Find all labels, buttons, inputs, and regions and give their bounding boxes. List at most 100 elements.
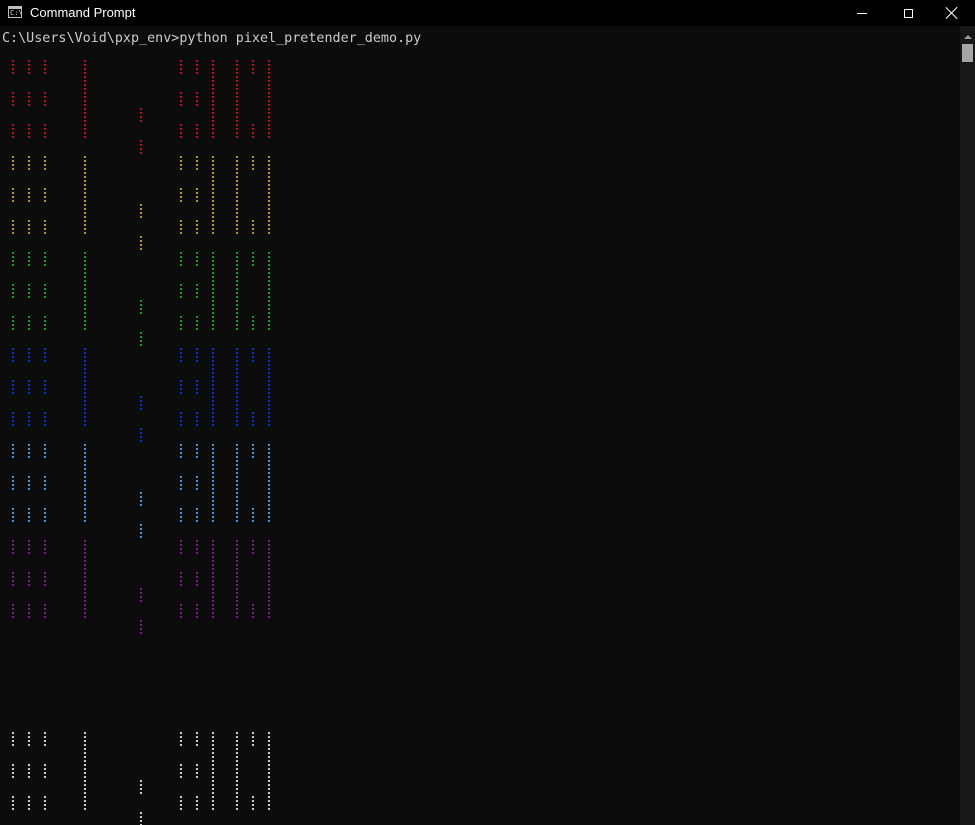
art-pixel bbox=[268, 756, 270, 758]
art-pixel bbox=[196, 772, 198, 774]
art-pixel bbox=[236, 404, 238, 406]
art-pixel bbox=[44, 608, 46, 610]
art-pixel bbox=[84, 192, 86, 194]
art-pixel bbox=[180, 384, 182, 386]
art-pixel bbox=[84, 416, 86, 418]
art-pixel bbox=[236, 408, 238, 410]
art-pixel bbox=[212, 256, 214, 258]
art-pixel bbox=[268, 544, 270, 546]
art-pixel bbox=[44, 540, 46, 542]
art-pixel bbox=[268, 540, 270, 542]
art-pixel bbox=[236, 372, 238, 374]
close-button[interactable] bbox=[929, 0, 975, 26]
art-pixel bbox=[236, 480, 238, 482]
art-pixel bbox=[236, 316, 238, 318]
art-pixel bbox=[12, 612, 14, 614]
art-pixel bbox=[84, 164, 86, 166]
art-pixel bbox=[84, 232, 86, 234]
art-pixel bbox=[196, 516, 198, 518]
art-pixel bbox=[212, 380, 214, 382]
art-pixel bbox=[268, 424, 270, 426]
art-pixel bbox=[196, 232, 198, 234]
art-pixel bbox=[44, 324, 46, 326]
art-pixel bbox=[12, 444, 14, 446]
art-pixel bbox=[212, 788, 214, 790]
art-pixel bbox=[28, 416, 30, 418]
art-pixel bbox=[212, 576, 214, 578]
art-pixel bbox=[28, 604, 30, 606]
art-pixel bbox=[140, 396, 142, 398]
art-pixel bbox=[180, 136, 182, 138]
art-pixel bbox=[252, 796, 254, 798]
art-pixel bbox=[84, 396, 86, 398]
art-pixel bbox=[44, 796, 46, 798]
maximize-icon bbox=[903, 8, 913, 18]
art-pixel bbox=[84, 208, 86, 210]
art-pixel bbox=[252, 508, 254, 510]
art-pixel bbox=[140, 588, 142, 590]
art-pixel bbox=[28, 540, 30, 542]
minimize-button[interactable] bbox=[839, 0, 885, 26]
art-pixel bbox=[268, 548, 270, 550]
art-pixel bbox=[236, 276, 238, 278]
art-pixel bbox=[252, 544, 254, 546]
console-output[interactable]: C:\Users\Void\pxp_env>python pixel_prete… bbox=[0, 26, 960, 825]
art-pixel bbox=[268, 96, 270, 98]
art-pixel bbox=[252, 64, 254, 66]
art-pixel bbox=[236, 456, 238, 458]
art-pixel bbox=[236, 296, 238, 298]
art-pixel bbox=[236, 804, 238, 806]
art-pixel bbox=[252, 456, 254, 458]
vertical-scrollbar[interactable] bbox=[960, 26, 975, 825]
art-pixel bbox=[252, 540, 254, 542]
minimize-icon bbox=[857, 12, 867, 14]
art-pixel bbox=[84, 460, 86, 462]
art-pixel bbox=[44, 772, 46, 774]
art-pixel bbox=[84, 156, 86, 158]
art-pixel bbox=[196, 192, 198, 194]
art-pixel bbox=[212, 60, 214, 62]
art-pixel bbox=[84, 804, 86, 806]
console-icon[interactable]: C:\ bbox=[8, 6, 23, 18]
art-pixel bbox=[180, 352, 182, 354]
art-pixel bbox=[140, 532, 142, 534]
art-pixel bbox=[268, 136, 270, 138]
art-pixel bbox=[44, 444, 46, 446]
art-pixel bbox=[180, 388, 182, 390]
scroll-up-button[interactable] bbox=[960, 30, 975, 44]
art-pixel bbox=[84, 744, 86, 746]
art-pixel bbox=[84, 572, 86, 574]
art-pixel bbox=[236, 488, 238, 490]
art-pixel bbox=[44, 584, 46, 586]
art-pixel bbox=[180, 256, 182, 258]
art-pixel bbox=[268, 376, 270, 378]
art-pixel bbox=[268, 784, 270, 786]
art-pixel bbox=[212, 392, 214, 394]
art-pixel bbox=[44, 576, 46, 578]
art-pixel bbox=[140, 620, 142, 622]
art-row bbox=[12, 444, 270, 538]
art-pixel bbox=[140, 504, 142, 506]
scroll-thumb[interactable] bbox=[962, 44, 973, 62]
art-pixel bbox=[180, 480, 182, 482]
title-bar[interactable]: C:\ Command Prompt bbox=[0, 0, 975, 26]
art-pixel bbox=[28, 356, 30, 358]
art-pixel bbox=[212, 732, 214, 734]
art-pixel bbox=[212, 384, 214, 386]
art-pixel bbox=[180, 316, 182, 318]
art-pixel bbox=[12, 228, 14, 230]
art-pixel bbox=[84, 304, 86, 306]
art-pixel bbox=[268, 788, 270, 790]
art-pixel bbox=[212, 360, 214, 362]
art-pixel bbox=[252, 320, 254, 322]
maximize-button[interactable] bbox=[885, 0, 931, 26]
art-pixel bbox=[268, 768, 270, 770]
art-pixel bbox=[196, 128, 198, 130]
art-pixel bbox=[84, 88, 86, 90]
art-pixel bbox=[28, 296, 30, 298]
art-pixel bbox=[44, 288, 46, 290]
art-pixel bbox=[268, 760, 270, 762]
art-pixel bbox=[28, 192, 30, 194]
art-pixel bbox=[196, 388, 198, 390]
art-pixel bbox=[196, 808, 198, 810]
